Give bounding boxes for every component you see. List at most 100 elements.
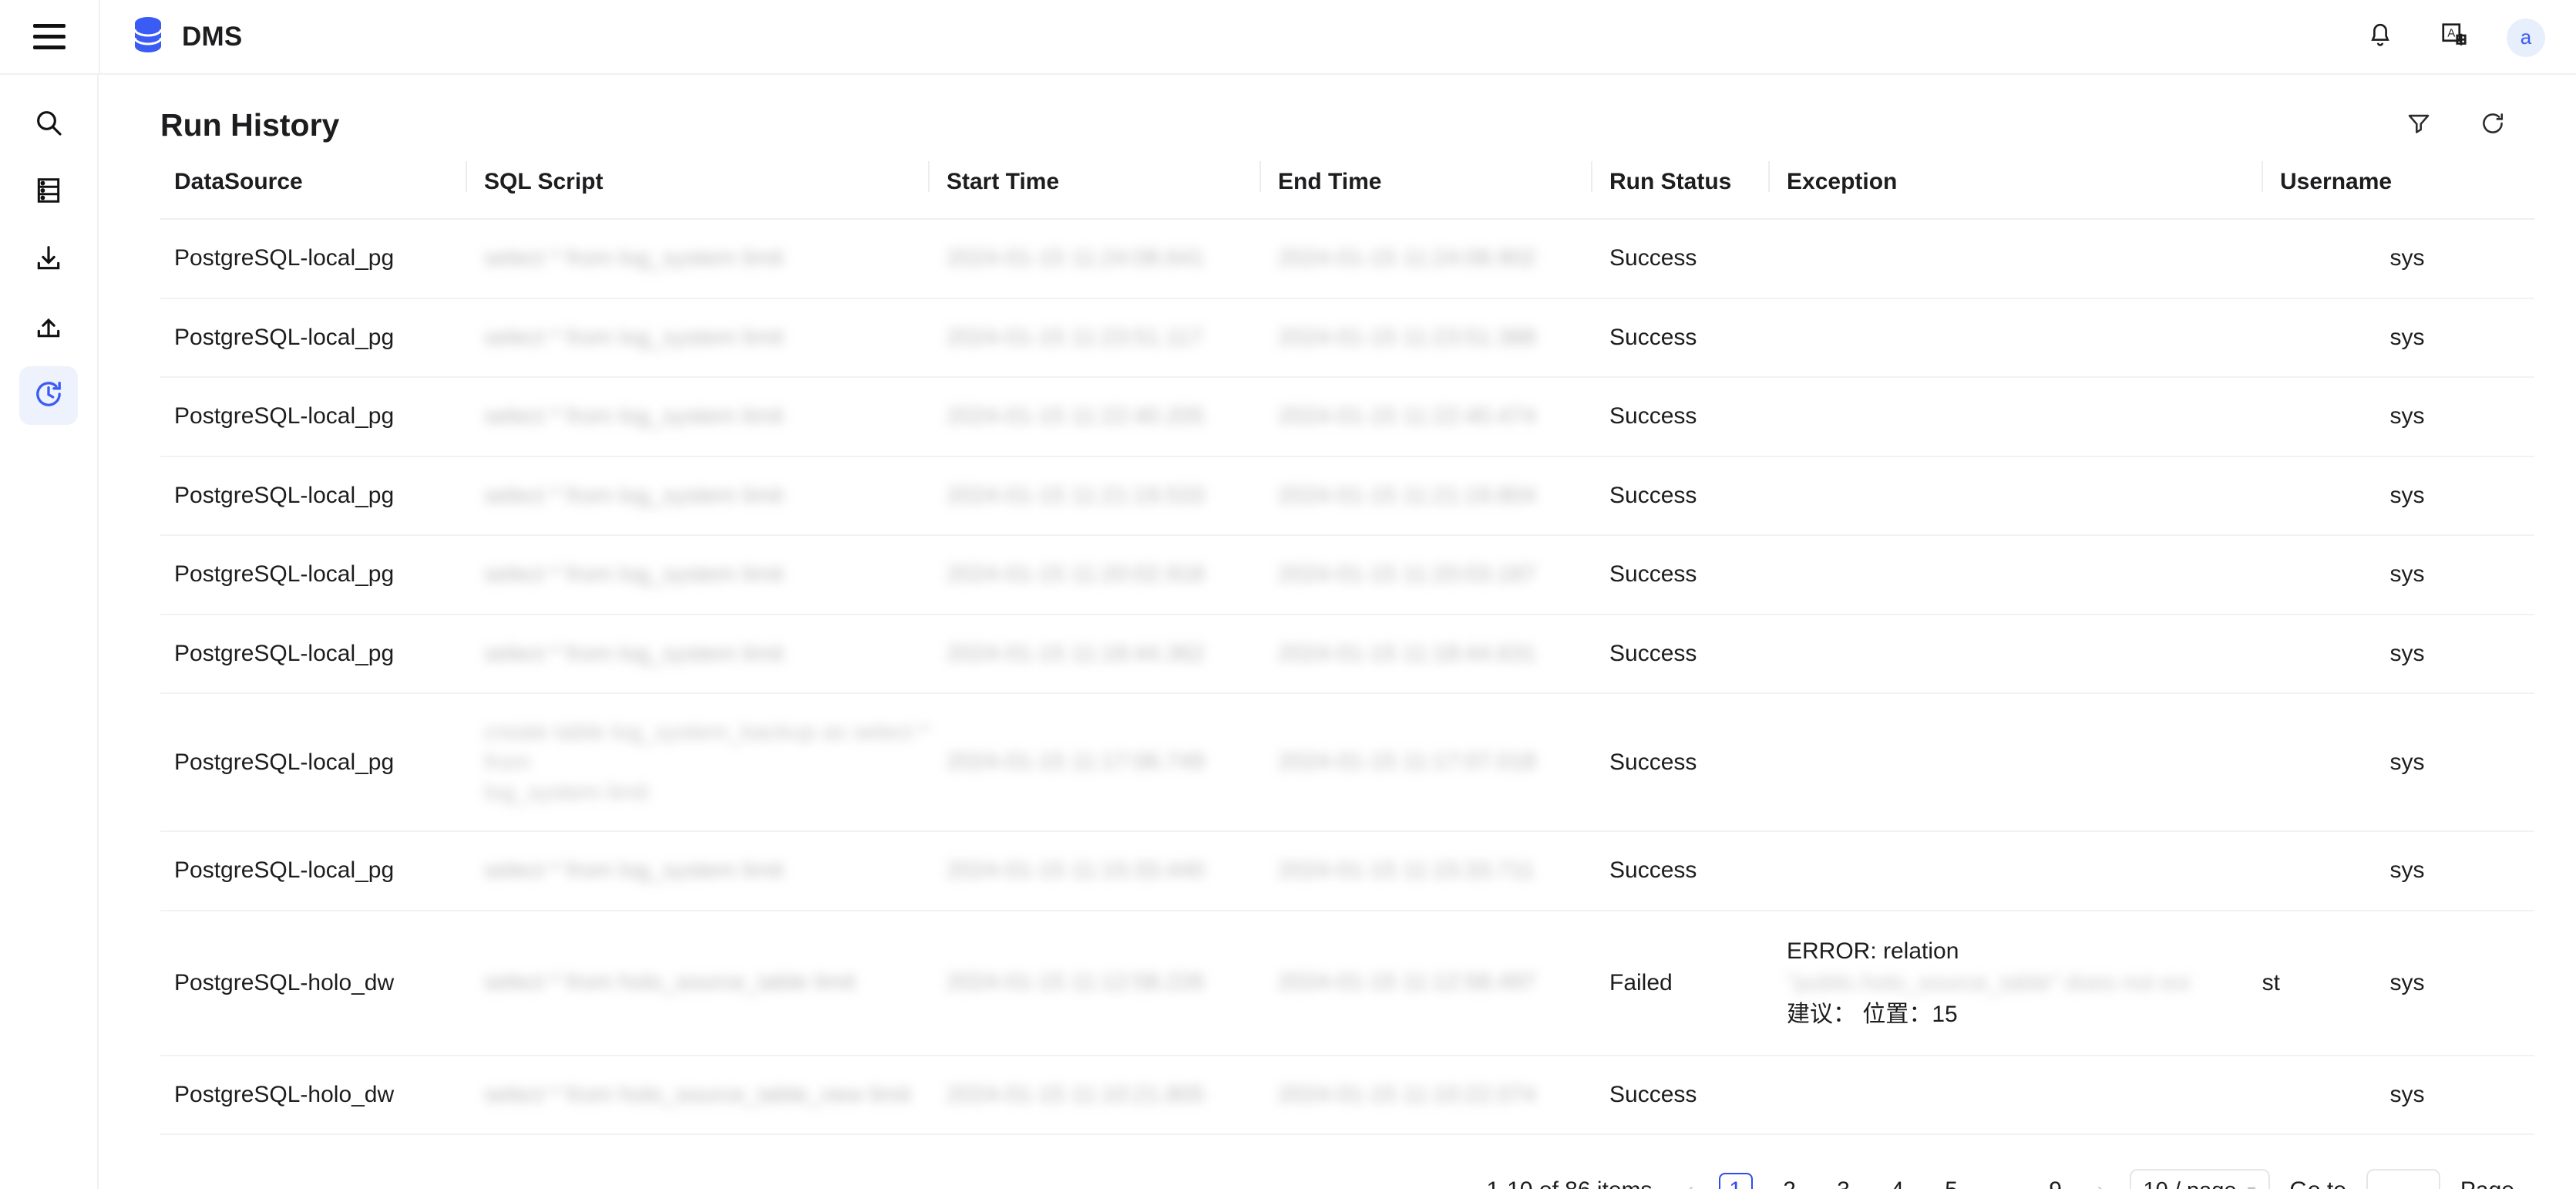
upload-icon xyxy=(34,312,63,345)
cell-sql-script: select * from log_system limit xyxy=(484,614,947,694)
brand-title: DMS xyxy=(182,21,243,52)
cell-datasource: PostgreSQL-holo_dw xyxy=(160,910,484,1056)
refresh-button[interactable] xyxy=(2471,103,2514,147)
page-size-select[interactable]: 10 / page ▾ xyxy=(2129,1169,2270,1189)
cell-end-time: 2024-01-15 11:17:07.018 xyxy=(1278,693,1609,832)
exception-line-1: ERROR: relation xyxy=(1787,938,1959,964)
pagination-page-last[interactable]: 9 xyxy=(2039,1173,2073,1189)
column-header-username[interactable]: Username xyxy=(2262,155,2534,220)
body: Run History DataSource SQL Script Start … xyxy=(0,75,2576,1189)
cell-datasource: PostgreSQL-local_pg xyxy=(160,456,484,536)
table-row[interactable]: PostgreSQL-local_pg select * from log_sy… xyxy=(160,377,2534,457)
goto-page-input[interactable] xyxy=(2366,1169,2440,1189)
cell-run-status: Success xyxy=(1609,377,1787,457)
cell-sql-script: select * from log_system limit xyxy=(484,298,947,378)
table-row[interactable]: PostgreSQL-holo_dw select * from holo_so… xyxy=(160,910,2534,1056)
svg-text:A: A xyxy=(2447,27,2455,40)
cell-sql-script: select * from log_system limit xyxy=(484,535,947,615)
sidebar xyxy=(0,75,99,1189)
cell-run-status: Success xyxy=(1609,535,1787,615)
table-row[interactable]: PostgreSQL-local_pg select * from log_sy… xyxy=(160,456,2534,536)
table-row[interactable]: PostgreSQL-local_pg select * from log_sy… xyxy=(160,298,2534,378)
pagination-ellipsis[interactable]: ··· xyxy=(1989,1177,2019,1189)
sidebar-item-datasource[interactable] xyxy=(19,163,78,221)
cell-end-time: 2024-01-15 11:15:33.711 xyxy=(1278,831,1609,911)
column-header-run-status[interactable]: Run Status xyxy=(1591,155,1787,220)
pagination-page-4[interactable]: 4 xyxy=(1881,1173,1915,1189)
page-header: Run History xyxy=(160,75,2514,155)
cell-username: sys xyxy=(2280,535,2534,615)
cell-username: sys xyxy=(2280,693,2534,832)
column-header-start-time[interactable]: Start Time xyxy=(928,155,1278,220)
cell-exception xyxy=(1787,693,2280,832)
cell-end-time: 2024-01-15 11:10:22.074 xyxy=(1278,1055,1609,1135)
sidebar-item-export[interactable] xyxy=(19,298,78,357)
cell-exception xyxy=(1787,1055,2280,1135)
cell-exception xyxy=(1787,377,2280,457)
cell-username: sys xyxy=(2280,910,2534,1056)
table-row[interactable]: PostgreSQL-local_pg select * from log_sy… xyxy=(160,831,2534,911)
cell-end-time: 2024-01-15 11:23:51.388 xyxy=(1278,298,1609,378)
column-header-datasource[interactable]: DataSource xyxy=(160,155,484,220)
cell-datasource: PostgreSQL-local_pg xyxy=(160,219,484,299)
cell-run-status: Success xyxy=(1609,693,1787,832)
cell-sql-script: select * from holo_source_table limit xyxy=(484,910,947,1056)
cell-datasource: PostgreSQL-local_pg xyxy=(160,614,484,694)
top-bar: DMS A a xyxy=(0,0,2576,75)
menu-toggle-button[interactable] xyxy=(0,0,99,74)
cell-run-status: Success xyxy=(1609,456,1787,536)
table-row[interactable]: PostgreSQL-local_pg select * from log_sy… xyxy=(160,219,2534,299)
table-header: DataSource SQL Script Start Time End Tim… xyxy=(160,155,2534,220)
pagination-page-2[interactable]: 2 xyxy=(1773,1173,1807,1189)
cell-sql-script: select * from holo_source_table_new limi… xyxy=(484,1055,947,1135)
cell-run-status: Failed xyxy=(1609,910,1787,1056)
table-header-row: DataSource SQL Script Start Time End Tim… xyxy=(160,155,2534,220)
cell-datasource: PostgreSQL-local_pg xyxy=(160,535,484,615)
table-row[interactable]: PostgreSQL-holo_dw select * from holo_so… xyxy=(160,1055,2534,1135)
server-icon xyxy=(34,176,63,209)
cell-username: sys xyxy=(2280,219,2534,299)
table-row[interactable]: PostgreSQL-local_pg select * from log_sy… xyxy=(160,614,2534,694)
cell-exception xyxy=(1787,535,2280,615)
cell-exception xyxy=(1787,614,2280,694)
cell-exception-failed: ERROR: relation "public.holo_source_tabl… xyxy=(1787,910,2280,1056)
exception-line-2-tail: st xyxy=(2262,969,2280,995)
column-header-sql-script[interactable]: SQL Script xyxy=(466,155,947,220)
column-header-end-time[interactable]: End Time xyxy=(1259,155,1609,220)
sidebar-item-search[interactable] xyxy=(19,95,78,153)
cell-run-status: Success xyxy=(1609,219,1787,299)
cell-username: sys xyxy=(2280,831,2534,911)
brand[interactable]: DMS xyxy=(100,16,242,57)
database-logo-icon xyxy=(131,16,165,57)
cell-datasource: PostgreSQL-local_pg xyxy=(160,298,484,378)
cell-run-status: Success xyxy=(1609,1055,1787,1135)
cell-end-time: 2024-01-15 11:24:08.902 xyxy=(1278,219,1609,299)
page-title: Run History xyxy=(160,106,340,143)
download-icon xyxy=(34,244,63,277)
table-row[interactable]: PostgreSQL-local_pg create table log_sys… xyxy=(160,693,2534,832)
bell-icon xyxy=(2367,22,2393,53)
translate-icon: A xyxy=(2440,22,2468,53)
cell-username: sys xyxy=(2280,298,2534,378)
pagination-page-5[interactable]: 5 xyxy=(1935,1173,1969,1189)
cell-run-status: Success xyxy=(1609,831,1787,911)
cell-start-time: 2024-01-15 11:10:21.805 xyxy=(947,1055,1278,1135)
run-history-table: DataSource SQL Script Start Time End Tim… xyxy=(160,155,2534,1135)
avatar[interactable]: a xyxy=(2507,18,2545,57)
pagination-prev-button[interactable]: ‹ xyxy=(1682,1177,1699,1189)
cell-username: sys xyxy=(2280,377,2534,457)
sidebar-item-run-history[interactable] xyxy=(19,366,78,425)
column-header-exception[interactable]: Exception xyxy=(1768,155,2280,220)
cell-sql-script: select * from log_system limit xyxy=(484,219,947,299)
page-size-value: 10 / page xyxy=(2144,1178,2237,1189)
notifications-button[interactable] xyxy=(2359,16,2402,59)
language-switch-button[interactable]: A xyxy=(2433,16,2476,59)
sidebar-item-import[interactable] xyxy=(19,231,78,289)
filter-button[interactable] xyxy=(2397,103,2440,147)
pagination-page-1[interactable]: 1 xyxy=(1718,1173,1753,1189)
cell-run-status: Success xyxy=(1609,298,1787,378)
page-label: Page xyxy=(2460,1177,2514,1189)
pagination-page-3[interactable]: 3 xyxy=(1827,1173,1861,1189)
table-row[interactable]: PostgreSQL-local_pg select * from log_sy… xyxy=(160,535,2534,615)
pagination-next-button[interactable]: › xyxy=(2093,1177,2110,1189)
